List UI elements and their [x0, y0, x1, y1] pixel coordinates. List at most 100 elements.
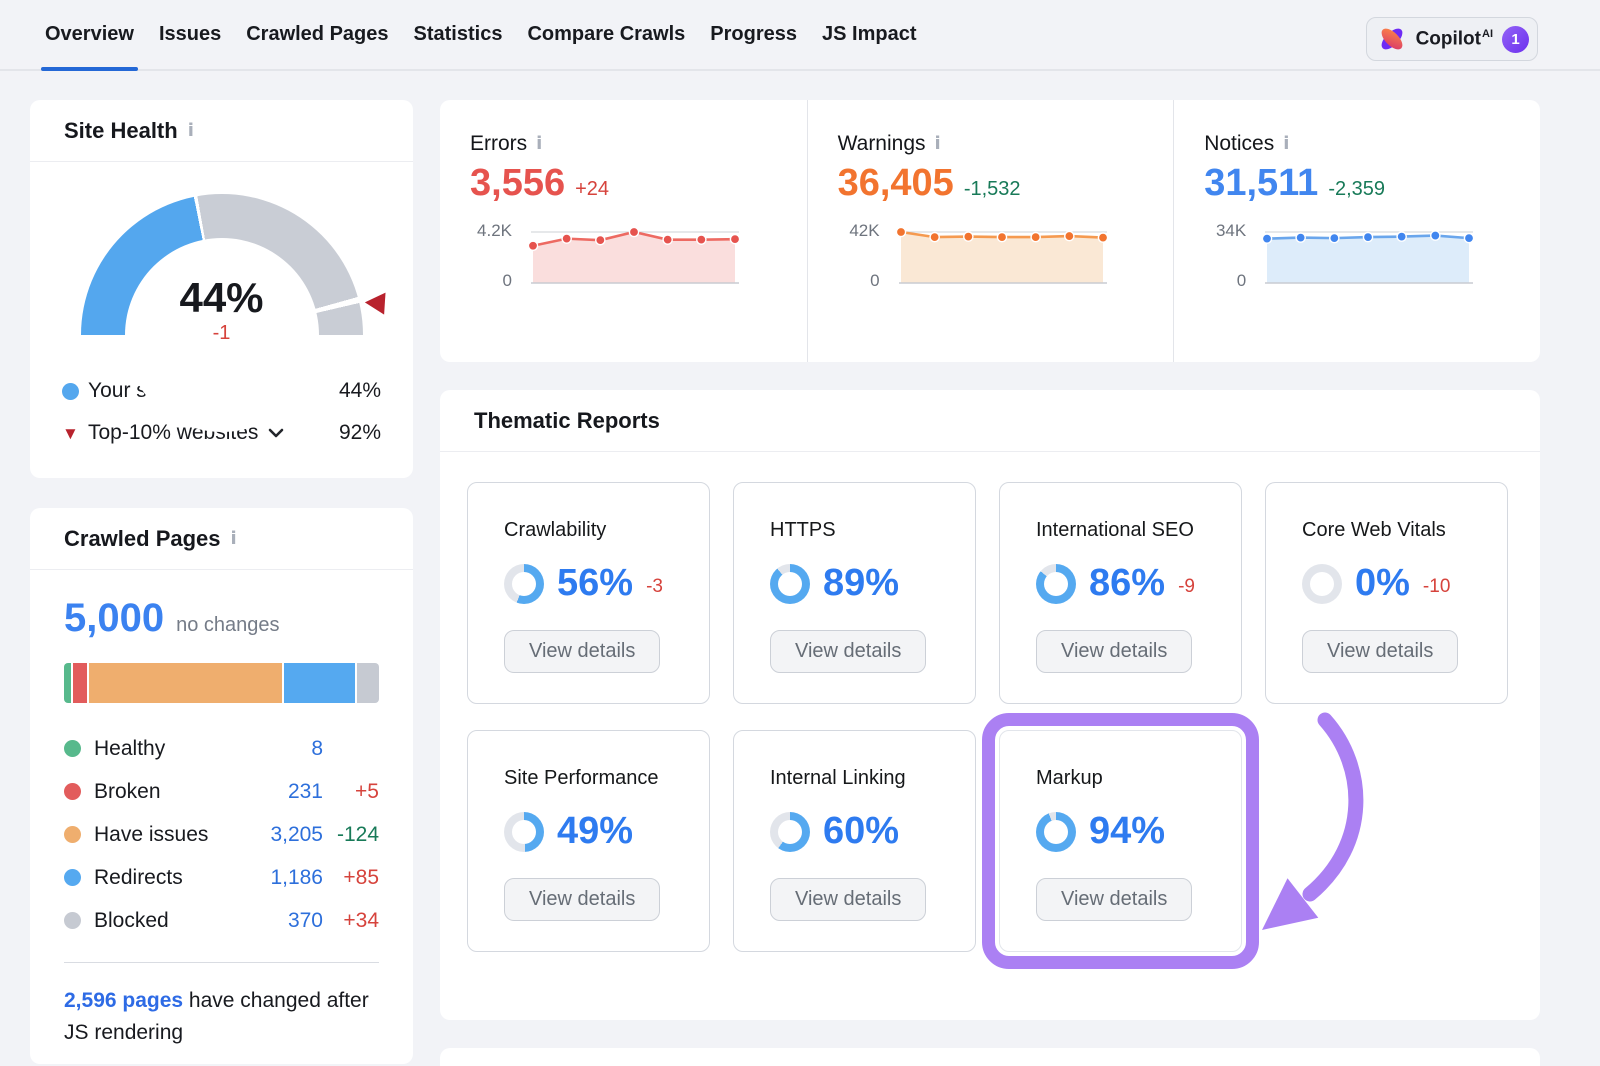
thematic-card-site-performance: Site Performance 49% View details [467, 730, 710, 952]
stat-value: 36,405 [838, 162, 954, 205]
stat-number-row: 31,511 -2,359 [1204, 162, 1540, 205]
tab-overview[interactable]: Overview [33, 0, 146, 69]
crawled-row-delta: -124 [323, 823, 379, 847]
info-icon[interactable]: i [231, 530, 237, 548]
thematic-card-score: 0%-10 [1302, 562, 1507, 605]
stat-value: 3,556 [470, 162, 565, 205]
view-details-button[interactable]: View details [770, 630, 926, 673]
copilot-button[interactable]: CopilotAI 1 [1366, 17, 1538, 61]
thematic-card-title: Internal Linking [770, 767, 975, 790]
crawled-row-broken: Broken 231+5 [64, 770, 379, 813]
thematic-card-markup: Markup94%View details [999, 730, 1242, 952]
tab-progress[interactable]: Progress [698, 0, 809, 69]
stat-title: Errorsi [470, 132, 807, 156]
tab-statistics[interactable]: Statistics [402, 0, 515, 69]
gauge-benchmark-marker [362, 293, 372, 303]
info-icon[interactable]: i [188, 122, 194, 140]
stat-label: Warnings [838, 132, 926, 156]
view-details-button[interactable]: View details [504, 630, 660, 673]
stat-title: Warnings i [838, 132, 1174, 156]
sparkline-row: 42K0 [838, 227, 1174, 287]
copilot-label: CopilotAI [1416, 28, 1493, 50]
stat-title: Noticesi [1204, 132, 1540, 156]
copilot-badge: 1 [1502, 26, 1529, 53]
crawled-row-delta: +5 [323, 780, 379, 804]
crawled-pages-header: Crawled Pages i [30, 508, 413, 570]
dot-icon [64, 826, 81, 843]
crawled-row-value[interactable]: 231 [261, 780, 323, 804]
tab-issues[interactable]: Issues [147, 0, 233, 69]
crawled-row-value[interactable]: 1,186 [261, 866, 323, 890]
stat-column-notices: Noticesi 31,511 -2,359 34K0 [1173, 100, 1540, 362]
crawled-row-delta: +34 [323, 909, 379, 933]
crawled-row-value[interactable]: 370 [261, 909, 323, 933]
thematic-card-score: 60% [770, 810, 975, 853]
thematic-card-title: International SEO [1036, 519, 1241, 542]
thematic-card-delta: -3 [646, 576, 663, 598]
crawled-row-healthy: Healthy8 [64, 727, 379, 770]
thematic-card-score: 94% [1036, 810, 1241, 853]
thematic-card-pct: 0% [1355, 562, 1410, 605]
bar-segment-blocked [357, 663, 379, 703]
info-icon[interactable]: i [536, 135, 542, 153]
tab-compare-crawls[interactable]: Compare Crawls [515, 0, 697, 69]
view-details-button[interactable]: View details [1036, 630, 1192, 673]
thematic-card-score: 56% -3 [504, 562, 709, 605]
crawled-row-label: Broken [94, 780, 161, 804]
stat-number-row: 3,556+24 [470, 162, 807, 205]
sparkline-chart [1260, 227, 1476, 287]
thematic-card-pct: 89% [823, 562, 899, 605]
next-card-stub [440, 1048, 1540, 1066]
site-health-header: Site Health i [30, 100, 413, 162]
dot-icon [62, 383, 79, 400]
bar-segment-healthy [64, 663, 71, 703]
dot-icon [64, 783, 81, 800]
stat-value: 31,511 [1204, 162, 1318, 205]
site-health-delta: -1 [81, 322, 363, 345]
thematic-card-score: 49% [504, 810, 709, 853]
bar-segment-broken [73, 663, 87, 703]
stat-column-errors: Errorsi3,556+244.2K0 [440, 100, 807, 362]
donut-chart [1036, 812, 1076, 852]
crawled-total: 5,000 [64, 596, 164, 641]
thematic-card-pct: 56% [557, 562, 633, 605]
thematic-title: Thematic Reports [474, 408, 660, 434]
info-icon[interactable]: i [935, 135, 941, 153]
view-details-button[interactable]: View details [504, 878, 660, 921]
donut-chart [770, 564, 810, 604]
js-rendering-link[interactable]: 2,596 pages [64, 989, 183, 1012]
crawled-row-value[interactable]: 8 [261, 737, 323, 761]
sparkline-axis: 42K0 [838, 227, 894, 287]
thematic-card-pct: 86% [1089, 562, 1165, 605]
issue-stats-card: Errorsi3,556+244.2K0Warningsi36,405-1,53… [440, 100, 1540, 362]
thematic-card-title: HTTPS [770, 519, 975, 542]
sparkline-row: 34K0 [1204, 227, 1540, 287]
tab-js-impact[interactable]: JS Impact [810, 0, 928, 69]
axis-max-label: 34K [1216, 221, 1246, 241]
crawled-row-value[interactable]: 3,205 [261, 823, 323, 847]
stat-delta: -2,359 [1328, 178, 1385, 201]
view-details-button[interactable]: View details [770, 878, 926, 921]
thematic-card-title: Crawlability [504, 519, 709, 542]
info-icon[interactable]: i [1283, 135, 1289, 153]
donut-chart [1302, 564, 1342, 604]
thematic-card-title: Site Performance [504, 767, 709, 790]
dot-icon [64, 912, 81, 929]
crawled-row-redirects: Redirects1,186+85 [64, 856, 379, 899]
thematic-card-crawlability: Crawlability 56% -3 View details [467, 482, 710, 704]
axis-max-label: 42K [849, 221, 879, 241]
stat-number-row: 36,405 -1,532 [838, 162, 1174, 205]
site-health-title: Site Health [64, 118, 178, 144]
tab-crawled-pages[interactable]: Crawled Pages [234, 0, 400, 69]
bar-segment-have-issues [89, 663, 282, 703]
view-details-button[interactable]: View details [1302, 630, 1458, 673]
crawled-row-label: Redirects [94, 866, 183, 890]
stat-delta: -1,532 [964, 178, 1021, 201]
site-health-score: 44% [81, 274, 363, 322]
triangle-down-icon: ▼ [62, 425, 79, 442]
site-health-gauge: 44% -1 [81, 194, 363, 340]
view-details-button[interactable]: View details [1036, 878, 1192, 921]
site-health-card: Site Health i 44% -1 Your site44%▼Top-10… [30, 100, 413, 478]
crawled-legend: Healthy8Broken231+5Have issues3,205-124R… [64, 727, 379, 942]
thematic-card-score: 89% [770, 562, 975, 605]
